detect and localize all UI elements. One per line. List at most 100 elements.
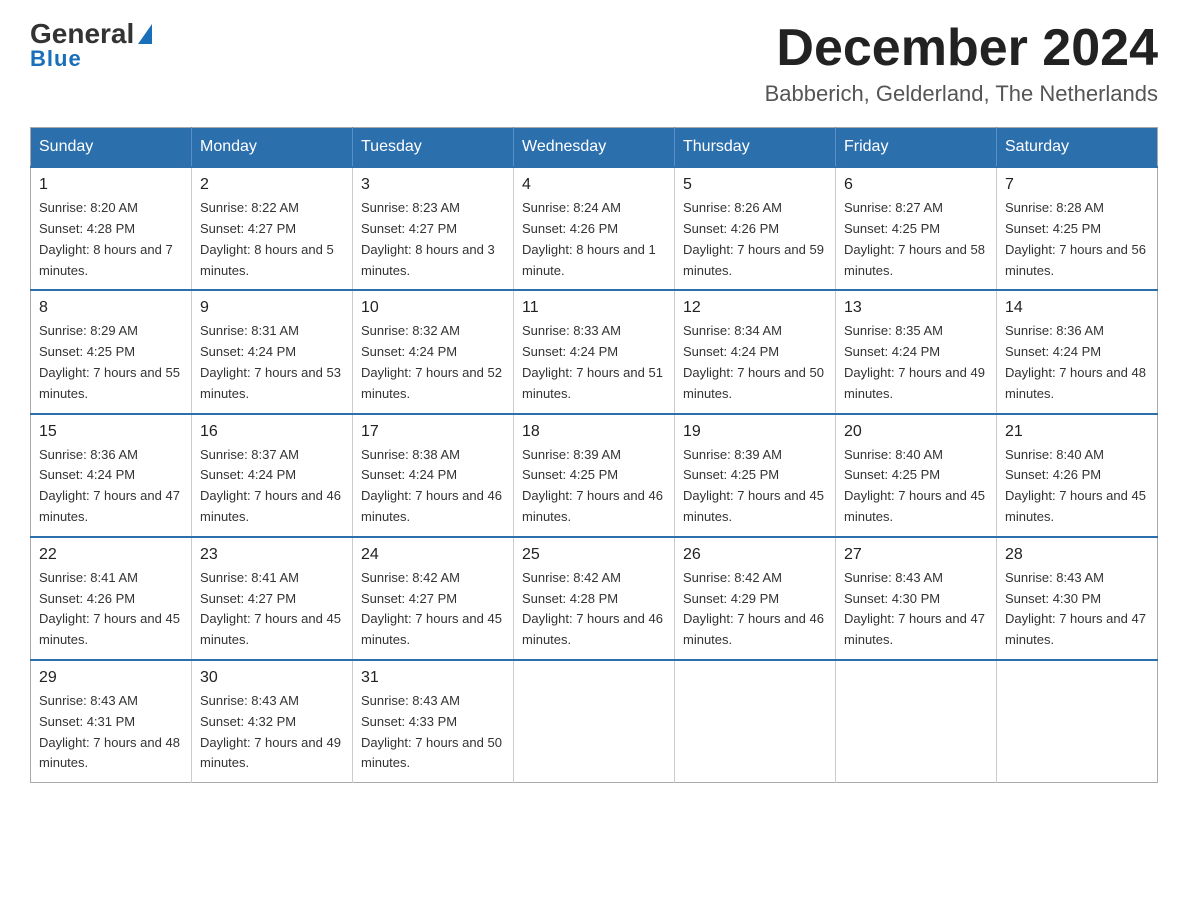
day-info: Sunrise: 8:24 AM Sunset: 4:26 PM Dayligh… [522,198,666,281]
day-number: 9 [200,299,344,317]
calendar-cell: 5 Sunrise: 8:26 AM Sunset: 4:26 PM Dayli… [675,167,836,290]
day-info: Sunrise: 8:42 AM Sunset: 4:29 PM Dayligh… [683,568,827,651]
calendar-cell: 10 Sunrise: 8:32 AM Sunset: 4:24 PM Dayl… [353,290,514,413]
day-number: 28 [1005,546,1149,564]
day-number: 27 [844,546,988,564]
day-info: Sunrise: 8:43 AM Sunset: 4:30 PM Dayligh… [844,568,988,651]
day-number: 21 [1005,423,1149,441]
weekday-header-row: SundayMondayTuesdayWednesdayThursdayFrid… [31,128,1158,168]
calendar-cell [997,660,1158,783]
day-info: Sunrise: 8:36 AM Sunset: 4:24 PM Dayligh… [39,445,183,528]
calendar-cell: 31 Sunrise: 8:43 AM Sunset: 4:33 PM Dayl… [353,660,514,783]
day-info: Sunrise: 8:42 AM Sunset: 4:28 PM Dayligh… [522,568,666,651]
calendar-cell: 13 Sunrise: 8:35 AM Sunset: 4:24 PM Dayl… [836,290,997,413]
calendar-week-row: 1 Sunrise: 8:20 AM Sunset: 4:28 PM Dayli… [31,167,1158,290]
day-info: Sunrise: 8:28 AM Sunset: 4:25 PM Dayligh… [1005,198,1149,281]
location-subtitle: Babberich, Gelderland, The Netherlands [765,81,1158,107]
day-info: Sunrise: 8:27 AM Sunset: 4:25 PM Dayligh… [844,198,988,281]
calendar-week-row: 29 Sunrise: 8:43 AM Sunset: 4:31 PM Dayl… [31,660,1158,783]
day-info: Sunrise: 8:43 AM Sunset: 4:32 PM Dayligh… [200,691,344,774]
day-number: 30 [200,669,344,687]
calendar-cell [836,660,997,783]
calendar-week-row: 15 Sunrise: 8:36 AM Sunset: 4:24 PM Dayl… [31,414,1158,537]
calendar-cell: 23 Sunrise: 8:41 AM Sunset: 4:27 PM Dayl… [192,537,353,660]
day-number: 6 [844,176,988,194]
day-info: Sunrise: 8:34 AM Sunset: 4:24 PM Dayligh… [683,321,827,404]
day-info: Sunrise: 8:31 AM Sunset: 4:24 PM Dayligh… [200,321,344,404]
day-info: Sunrise: 8:20 AM Sunset: 4:28 PM Dayligh… [39,198,183,281]
day-number: 16 [200,423,344,441]
calendar-week-row: 22 Sunrise: 8:41 AM Sunset: 4:26 PM Dayl… [31,537,1158,660]
calendar-cell [675,660,836,783]
calendar-cell: 21 Sunrise: 8:40 AM Sunset: 4:26 PM Dayl… [997,414,1158,537]
day-number: 23 [200,546,344,564]
day-info: Sunrise: 8:36 AM Sunset: 4:24 PM Dayligh… [1005,321,1149,404]
day-number: 25 [522,546,666,564]
calendar-cell: 24 Sunrise: 8:42 AM Sunset: 4:27 PM Dayl… [353,537,514,660]
day-info: Sunrise: 8:43 AM Sunset: 4:33 PM Dayligh… [361,691,505,774]
calendar-cell: 20 Sunrise: 8:40 AM Sunset: 4:25 PM Dayl… [836,414,997,537]
calendar-cell: 3 Sunrise: 8:23 AM Sunset: 4:27 PM Dayli… [353,167,514,290]
day-info: Sunrise: 8:22 AM Sunset: 4:27 PM Dayligh… [200,198,344,281]
day-number: 18 [522,423,666,441]
day-number: 14 [1005,299,1149,317]
day-number: 17 [361,423,505,441]
calendar-cell: 12 Sunrise: 8:34 AM Sunset: 4:24 PM Dayl… [675,290,836,413]
calendar-cell: 27 Sunrise: 8:43 AM Sunset: 4:30 PM Dayl… [836,537,997,660]
day-info: Sunrise: 8:41 AM Sunset: 4:26 PM Dayligh… [39,568,183,651]
calendar-cell: 11 Sunrise: 8:33 AM Sunset: 4:24 PM Dayl… [514,290,675,413]
day-number: 29 [39,669,183,687]
weekday-header-thursday: Thursday [675,128,836,168]
day-info: Sunrise: 8:43 AM Sunset: 4:31 PM Dayligh… [39,691,183,774]
logo: General Blue [30,20,152,72]
month-year-title: December 2024 [765,20,1158,77]
day-number: 10 [361,299,505,317]
day-number: 31 [361,669,505,687]
day-number: 15 [39,423,183,441]
calendar-cell: 6 Sunrise: 8:27 AM Sunset: 4:25 PM Dayli… [836,167,997,290]
day-number: 12 [683,299,827,317]
day-info: Sunrise: 8:23 AM Sunset: 4:27 PM Dayligh… [361,198,505,281]
weekday-header-saturday: Saturday [997,128,1158,168]
logo-blue-text: Blue [30,46,82,72]
day-info: Sunrise: 8:33 AM Sunset: 4:24 PM Dayligh… [522,321,666,404]
calendar-cell: 18 Sunrise: 8:39 AM Sunset: 4:25 PM Dayl… [514,414,675,537]
calendar-cell: 9 Sunrise: 8:31 AM Sunset: 4:24 PM Dayli… [192,290,353,413]
day-number: 4 [522,176,666,194]
day-info: Sunrise: 8:43 AM Sunset: 4:30 PM Dayligh… [1005,568,1149,651]
day-number: 5 [683,176,827,194]
day-info: Sunrise: 8:40 AM Sunset: 4:26 PM Dayligh… [1005,445,1149,528]
day-info: Sunrise: 8:41 AM Sunset: 4:27 PM Dayligh… [200,568,344,651]
day-number: 13 [844,299,988,317]
calendar-cell: 28 Sunrise: 8:43 AM Sunset: 4:30 PM Dayl… [997,537,1158,660]
day-number: 3 [361,176,505,194]
title-section: December 2024 Babberich, Gelderland, The… [765,20,1158,107]
day-info: Sunrise: 8:39 AM Sunset: 4:25 PM Dayligh… [683,445,827,528]
calendar-cell: 19 Sunrise: 8:39 AM Sunset: 4:25 PM Dayl… [675,414,836,537]
calendar-cell: 1 Sunrise: 8:20 AM Sunset: 4:28 PM Dayli… [31,167,192,290]
day-info: Sunrise: 8:42 AM Sunset: 4:27 PM Dayligh… [361,568,505,651]
calendar-cell: 22 Sunrise: 8:41 AM Sunset: 4:26 PM Dayl… [31,537,192,660]
day-number: 20 [844,423,988,441]
logo-general: General [30,20,134,48]
calendar-cell: 17 Sunrise: 8:38 AM Sunset: 4:24 PM Dayl… [353,414,514,537]
day-info: Sunrise: 8:37 AM Sunset: 4:24 PM Dayligh… [200,445,344,528]
day-info: Sunrise: 8:39 AM Sunset: 4:25 PM Dayligh… [522,445,666,528]
day-info: Sunrise: 8:26 AM Sunset: 4:26 PM Dayligh… [683,198,827,281]
calendar-cell: 4 Sunrise: 8:24 AM Sunset: 4:26 PM Dayli… [514,167,675,290]
day-number: 11 [522,299,666,317]
calendar-cell: 14 Sunrise: 8:36 AM Sunset: 4:24 PM Dayl… [997,290,1158,413]
calendar-cell: 25 Sunrise: 8:42 AM Sunset: 4:28 PM Dayl… [514,537,675,660]
day-number: 24 [361,546,505,564]
day-info: Sunrise: 8:35 AM Sunset: 4:24 PM Dayligh… [844,321,988,404]
weekday-header-wednesday: Wednesday [514,128,675,168]
calendar-header: SundayMondayTuesdayWednesdayThursdayFrid… [31,128,1158,168]
weekday-header-monday: Monday [192,128,353,168]
day-number: 26 [683,546,827,564]
day-number: 19 [683,423,827,441]
calendar-cell: 30 Sunrise: 8:43 AM Sunset: 4:32 PM Dayl… [192,660,353,783]
day-info: Sunrise: 8:38 AM Sunset: 4:24 PM Dayligh… [361,445,505,528]
calendar-week-row: 8 Sunrise: 8:29 AM Sunset: 4:25 PM Dayli… [31,290,1158,413]
day-number: 22 [39,546,183,564]
weekday-header-tuesday: Tuesday [353,128,514,168]
